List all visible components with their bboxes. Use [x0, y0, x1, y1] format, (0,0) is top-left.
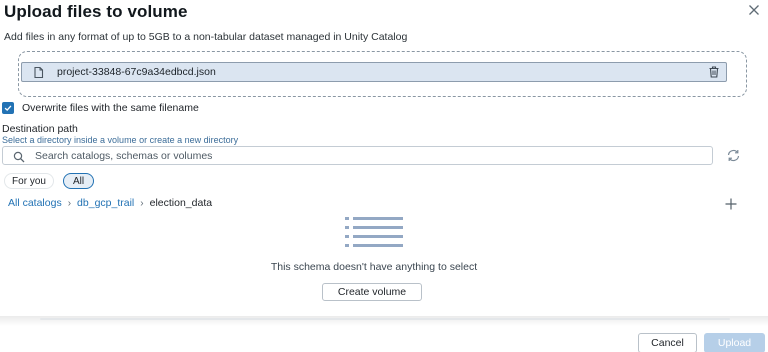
add-icon[interactable] — [724, 197, 738, 211]
empty-state-message: This schema doesn't have anything to sel… — [270, 261, 478, 273]
uploaded-file-row: project-33848-67c9a34edbcd.json — [21, 62, 727, 82]
search-input[interactable] — [35, 149, 635, 162]
destination-path-hint: Select a directory inside a volume or cr… — [2, 135, 239, 145]
create-volume-button[interactable]: Create volume — [322, 283, 422, 301]
breadcrumb-separator: › — [67, 197, 72, 209]
upload-button[interactable]: Upload — [704, 333, 765, 352]
breadcrumb-all-catalogs[interactable]: All catalogs — [8, 197, 62, 209]
breadcrumb-separator: › — [140, 197, 144, 209]
overwrite-checkbox[interactable] — [2, 102, 14, 114]
dialog-subtitle: Add files in any format of up to 5GB to … — [4, 31, 408, 43]
filter-chip-all[interactable]: All — [63, 173, 94, 189]
file-icon — [32, 66, 45, 79]
destination-path-label: Destination path — [2, 123, 78, 135]
cancel-button[interactable]: Cancel — [638, 333, 697, 352]
filter-chip-for-you[interactable]: For you — [4, 173, 54, 189]
dialog-title: Upload files to volume — [4, 2, 188, 21]
search-icon — [13, 150, 25, 162]
breadcrumb-catalog[interactable]: db_gcp_trail — [77, 197, 134, 209]
breadcrumb-schema: election_data — [149, 197, 213, 209]
footer-divider — [40, 318, 730, 320]
close-icon[interactable] — [746, 2, 762, 18]
overwrite-option: Overwrite files with the same filename — [2, 102, 199, 114]
trash-icon[interactable] — [707, 65, 721, 79]
empty-list-icon — [345, 217, 403, 247]
file-name: project-33848-67c9a34edbcd.json — [57, 66, 216, 78]
search-box — [2, 146, 713, 165]
refresh-icon[interactable] — [726, 148, 741, 163]
breadcrumb: All catalogs › db_gcp_trail › election_d… — [8, 197, 212, 209]
overwrite-label: Overwrite files with the same filename — [22, 102, 199, 114]
